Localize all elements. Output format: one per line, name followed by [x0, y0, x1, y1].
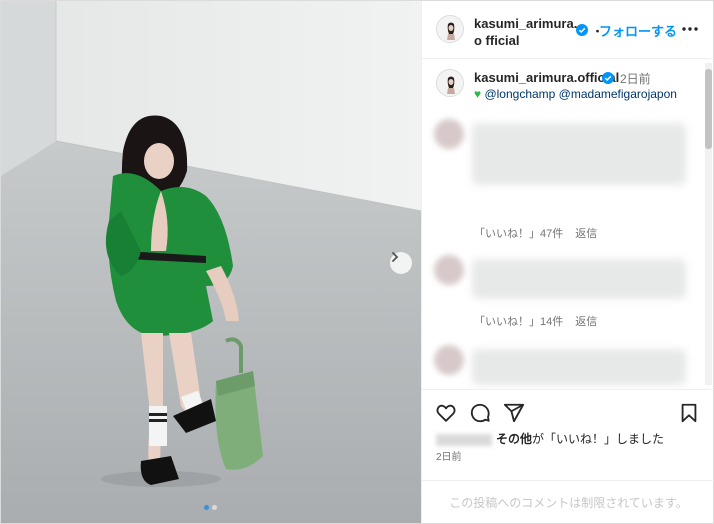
comment-meta: 「いいね！」47件 返信 — [474, 225, 609, 241]
verified-badge-icon — [602, 72, 614, 84]
carousel-dot-active — [204, 505, 209, 510]
comment-like-count[interactable]: 「いいね！」47件 — [474, 228, 563, 240]
carousel-indicator — [204, 505, 217, 510]
carousel-next-button[interactable] — [390, 252, 412, 274]
carousel-dot — [212, 505, 217, 510]
caption-time[interactable]: 2日前 — [620, 70, 651, 87]
bookmark-icon[interactable] — [678, 402, 700, 424]
post-time[interactable]: 2日前 — [436, 448, 462, 463]
instagram-post-window: kasumi_arimura.o fficial ・ フォローする kasumi… — [0, 0, 714, 524]
heart-icon[interactable] — [435, 402, 457, 424]
reply-button[interactable]: 返信 — [575, 316, 597, 328]
comment-text-blurred — [472, 259, 686, 299]
verified-badge-icon — [576, 24, 588, 36]
comment-like-count[interactable]: 「いいね！」14件 — [474, 316, 563, 328]
comments-restricted-notice: この投稿へのコメントは制限されています。 — [422, 480, 714, 524]
caption-avatar[interactable] — [436, 69, 464, 97]
liker-name-blurred — [436, 433, 492, 446]
chevron-right-icon — [392, 252, 399, 262]
liked-by-summary: その他が「いいね！」しました — [436, 430, 664, 447]
send-icon[interactable] — [503, 402, 525, 424]
post-side-panel: kasumi_arimura.o fficial ・ フォローする kasumi… — [421, 1, 714, 523]
post-author-username[interactable]: kasumi_arimura.o fficial — [474, 15, 578, 49]
post-photo[interactable] — [1, 1, 421, 523]
comment-item: 「いいね！」14件 返信 — [434, 255, 690, 335]
avatar-image — [437, 70, 463, 96]
comment-icon[interactable] — [469, 402, 491, 424]
comment-meta: 「いいね！」14件 返信 — [474, 313, 609, 329]
comment-avatar-blurred — [434, 255, 464, 285]
comment-text-blurred — [472, 123, 686, 185]
post-actions: その他が「いいね！」しました 2日前 この投稿へのコメントは制限されています。 — [422, 389, 714, 523]
comment-text-blurred — [472, 349, 686, 385]
reply-button[interactable]: 返信 — [575, 228, 597, 240]
post-header: kasumi_arimura.o fficial ・ フォローする — [422, 1, 714, 59]
more-horizontal-icon[interactable] — [680, 20, 700, 38]
avatar-image — [437, 16, 463, 42]
follow-button[interactable]: フォローする — [599, 21, 677, 40]
caption-text: ♥ @longchamp @madamefigarojapon — [474, 87, 677, 101]
comments-scrollbar[interactable] — [705, 63, 712, 385]
photo-illustration — [1, 1, 421, 523]
comment-item — [434, 345, 690, 389]
avatar[interactable] — [436, 15, 464, 43]
liked-suffix: が「いいね！」しました — [532, 432, 665, 446]
others-link[interactable]: その他 — [496, 432, 532, 446]
caption-mentions[interactable]: @longchamp @madamefigarojapon — [481, 87, 676, 101]
comments-scroll-area[interactable]: kasumi_arimura.official 2日前 ♥ @longchamp… — [422, 59, 714, 389]
caption-username[interactable]: kasumi_arimura.official — [474, 70, 619, 85]
comment-item: 「いいね！」47件 返信 — [434, 119, 690, 241]
scrollbar-thumb[interactable] — [705, 69, 712, 149]
comment-avatar-blurred — [434, 119, 464, 149]
comment-avatar-blurred — [434, 345, 464, 375]
restricted-text: この投稿へのコメントは制限されています。 — [449, 496, 688, 510]
